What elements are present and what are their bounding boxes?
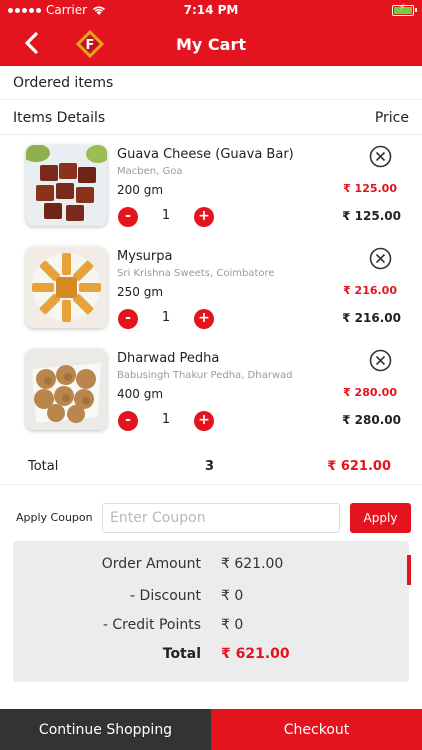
apply-coupon-label: Apply Coupon (16, 511, 93, 524)
unit-price: ₹ 216.00 (343, 284, 397, 297)
summary-total-label: Total (162, 646, 201, 662)
order-amount-row: Order Amount ₹ 621.00 (13, 556, 409, 576)
product-image (26, 247, 107, 328)
decrease-qty-button[interactable]: - (118, 207, 138, 227)
quantity-value: 1 (161, 208, 171, 223)
item-name: Mysurpa (117, 249, 173, 264)
unit-price: ₹ 280.00 (343, 386, 397, 399)
summary-total-value: ₹ 621.00 (221, 646, 290, 662)
remove-item-icon[interactable] (369, 247, 392, 270)
ordered-items-heading: Ordered items (0, 66, 422, 100)
cart-item: Mysurpa Sri Krishna Sweets, Coimbatore 2… (0, 247, 422, 345)
quantity-value: 1 (161, 412, 171, 427)
discount-value: ₹ 0 (221, 588, 244, 604)
increase-qty-button[interactable]: + (194, 207, 214, 227)
item-name: Dharwad Pedha (117, 351, 220, 366)
summary-side-marker (407, 555, 411, 585)
discount-label: - Discount (130, 588, 201, 604)
cart-item: Dharwad Pedha Babusingh Thakur Pedha, Dh… (0, 349, 422, 447)
item-weight: 200 gm (117, 183, 164, 197)
increase-qty-button[interactable]: + (194, 411, 214, 431)
item-weight: 250 gm (117, 285, 164, 299)
credit-points-label: - Credit Points (102, 617, 201, 633)
page-title: My Cart (176, 35, 246, 54)
items-details-header: Items Details Price (0, 101, 422, 135)
discount-row: - Discount ₹ 0 (13, 588, 409, 608)
product-image (26, 349, 107, 430)
cart-item: Guava Cheese (Guava Bar) Macben, Goa 200… (0, 145, 422, 243)
line-price: ₹ 216.00 (342, 311, 401, 325)
increase-qty-button[interactable]: + (194, 309, 214, 329)
coupon-input[interactable] (102, 503, 340, 533)
unit-price: ₹ 125.00 (343, 182, 397, 195)
status-time: 7:14 PM (183, 3, 239, 17)
item-weight: 400 gm (117, 387, 164, 401)
line-price: ₹ 125.00 (342, 209, 401, 223)
order-summary: Order Amount ₹ 621.00 - Discount ₹ 0 - C… (13, 541, 409, 682)
price-label: Price (374, 109, 409, 126)
battery-icon: ⚡ (392, 3, 417, 16)
cart-total-row: Total 3 ₹ 621.00 (0, 450, 422, 485)
quantity-value: 1 (161, 310, 171, 325)
top-bar: Carrier 7:14 PM ⚡ F My Cart (0, 0, 422, 66)
items-details-label: Items Details (13, 109, 106, 126)
item-name: Guava Cheese (Guava Bar) (117, 147, 294, 162)
decrease-qty-button[interactable]: - (118, 411, 138, 431)
ordered-items-label: Ordered items (13, 74, 114, 91)
continue-shopping-button[interactable]: Continue Shopping (0, 709, 211, 750)
checkout-button[interactable]: Checkout (211, 709, 422, 750)
order-amount-value: ₹ 621.00 (221, 556, 284, 572)
status-bar: Carrier 7:14 PM ⚡ (0, 0, 422, 22)
remove-item-icon[interactable] (369, 145, 392, 168)
line-price: ₹ 280.00 (342, 413, 401, 427)
total-count: 3 (205, 459, 215, 474)
credit-points-value: ₹ 0 (221, 617, 244, 633)
decrease-qty-button[interactable]: - (118, 309, 138, 329)
item-shop: Macben, Goa (117, 166, 183, 177)
item-shop: Babusingh Thakur Pedha, Dharwad (117, 370, 293, 381)
total-amount: ₹ 621.00 (327, 459, 391, 474)
apply-coupon-button[interactable]: Apply (350, 503, 411, 533)
product-image (26, 145, 107, 226)
remove-item-icon[interactable] (369, 349, 392, 372)
summary-total-row: Total ₹ 621.00 (13, 646, 409, 666)
bottom-action-bar: Continue Shopping Checkout (0, 709, 422, 750)
order-amount-label: Order Amount (101, 556, 201, 572)
item-shop: Sri Krishna Sweets, Coimbatore (117, 268, 275, 279)
total-label: Total (28, 459, 59, 474)
credit-points-row: - Credit Points ₹ 0 (13, 617, 409, 637)
